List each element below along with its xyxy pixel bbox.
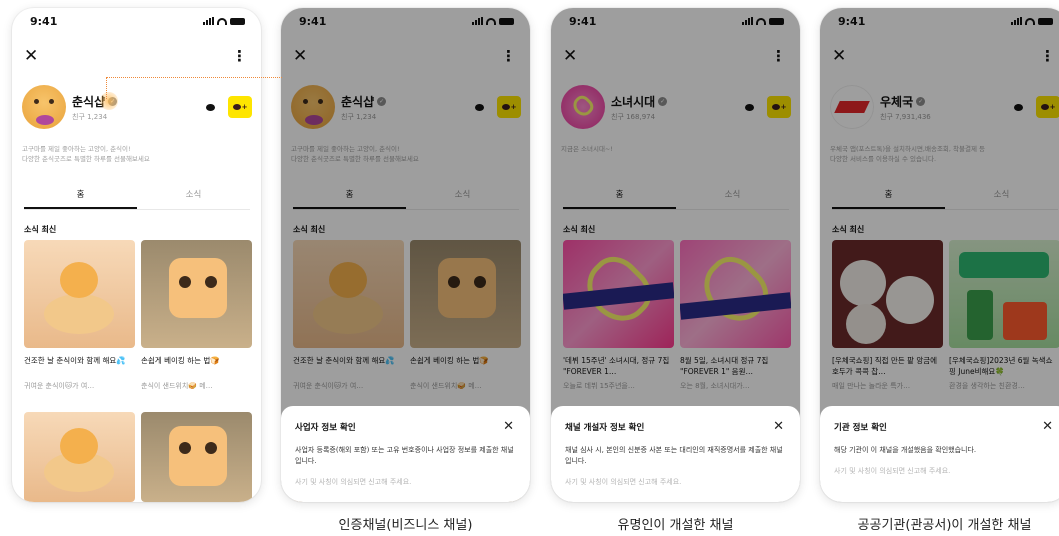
sheet-title: 기관 정보 확인: [834, 422, 887, 433]
screen-caption: 공공기관(관공서)이 개설한 채널: [857, 518, 1032, 533]
report-link[interactable]: 사기 및 사칭이 의심되면 신고해 주세요.: [295, 477, 514, 487]
add-channel-button[interactable]: +: [228, 96, 252, 118]
close-icon[interactable]: ✕: [773, 420, 784, 433]
sheet-title: 채널 개설자 정보 확인: [565, 422, 645, 433]
section-title: 소식 최신: [24, 225, 57, 234]
close-icon[interactable]: ✕: [503, 420, 514, 433]
sheet-body: 해당 기관이 이 채널을 개설했음을 확인했습니다.: [834, 446, 977, 454]
news-card[interactable]: [24, 412, 135, 502]
avatar[interactable]: [22, 85, 66, 129]
profile-description: 고구마를 제일 좋아하는 고양이, 춘식이! 다양한 춘식굿즈로 특별한 하루를 …: [22, 144, 252, 165]
news-title: 손쉽게 베이킹 하는 법🍞: [141, 356, 220, 365]
info-bottom-sheet: 사업자 정보 확인 ✕ 사업자 등록증(해외 포함) 또는 고유 번호증이나 사…: [281, 406, 530, 502]
chat-icon: [205, 103, 215, 111]
news-subtitle: 춘식이 샌드위치🥪 메…: [141, 382, 213, 390]
battery-icon: [230, 17, 245, 25]
news-card[interactable]: 손쉽게 베이킹 하는 법🍞 춘식이 샌드위치🥪 메…: [141, 240, 252, 391]
stage: 9:41 ✕ ⋮ 춘식샵✓ 친구 1,234 + 고구마를 제일 좋아: [0, 0, 1059, 536]
phone-screen: 9:41 ✕ ⋮ 소녀시대✓ 친구 168,974 + 지금은 소녀시대~!: [551, 8, 800, 502]
news-thumbnail: [141, 240, 252, 348]
phone-screen: 9:41 ✕ ⋮ 우체국 ✓ 친구 7,931,436 + 우체국 앱(포스트톡)…: [820, 8, 1059, 502]
screen-caption: 인증채널(비즈니스 채널): [338, 518, 473, 533]
more-icon[interactable]: ⋮: [232, 48, 247, 64]
profile-description-line: 다양한 춘식굿즈로 특별한 하루를 선물해보세요: [22, 155, 150, 164]
news-card-row: 건조한 날 춘식이와 함께 해요💦 귀여운 춘식이🐱가 여… 손쉽게 베이킹 하…: [24, 240, 252, 391]
annotation-connector: [106, 77, 282, 99]
report-link[interactable]: 사기 및 사칭이 의심되면 신고해 주세요.: [834, 466, 1053, 476]
close-icon[interactable]: ✕: [24, 47, 38, 65]
nav-bar: ✕ ⋮: [12, 44, 261, 68]
tab-bar: 홈 소식: [24, 184, 250, 210]
status-time: 9:41: [30, 14, 58, 28]
tab-news[interactable]: 소식: [137, 184, 250, 209]
report-link[interactable]: 사기 및 사칭이 의심되면 신고해 주세요.: [565, 477, 784, 487]
info-bottom-sheet: 채널 개설자 정보 확인 ✕ 채널 심사 시, 본인의 신분증 사본 또는 대리…: [551, 406, 800, 502]
news-thumbnail: [141, 412, 252, 502]
tab-home[interactable]: 홈: [24, 184, 137, 209]
wifi-icon: [217, 17, 227, 25]
screen-caption: 유명인이 개설한 채널: [617, 518, 734, 533]
sheet-body: 채널 심사 시, 본인의 신분증 사본 또는 대리인의 재직증명서를 제출한 채…: [565, 446, 783, 466]
news-thumbnail: [24, 240, 135, 348]
phone-screen: 9:41 ✕ ⋮ 춘식샵✓ 친구 1,234 + 고구마를 제일 좋아: [281, 8, 530, 502]
news-card[interactable]: [141, 412, 252, 502]
chat-button[interactable]: [198, 96, 222, 118]
news-title: 건조한 날 춘식이와 함께 해요💦: [24, 356, 126, 365]
news-subtitle: 귀여운 춘식이🐱가 여…: [24, 382, 95, 390]
close-icon[interactable]: ✕: [1042, 420, 1053, 433]
signal-icon: [203, 17, 214, 25]
profile-description-line: 고구마를 제일 좋아하는 고양이, 춘식이!: [22, 145, 131, 153]
sheet-title: 사업자 정보 확인: [295, 422, 356, 433]
info-bottom-sheet: 기관 정보 확인 ✕ 해당 기관이 이 채널을 개설했음을 확인했습니다. 사기…: [820, 406, 1059, 502]
status-bar: 9:41: [12, 8, 261, 34]
news-thumbnail: [24, 412, 135, 502]
friend-count: 친구 1,234: [72, 112, 108, 121]
sheet-body: 사업자 등록증(해외 포함) 또는 고유 번호증이나 사업장 정보를 제출한 채…: [295, 446, 514, 466]
news-card[interactable]: 건조한 날 춘식이와 함께 해요💦 귀여운 춘식이🐱가 여…: [24, 240, 135, 391]
add-channel-icon: +: [232, 103, 247, 111]
